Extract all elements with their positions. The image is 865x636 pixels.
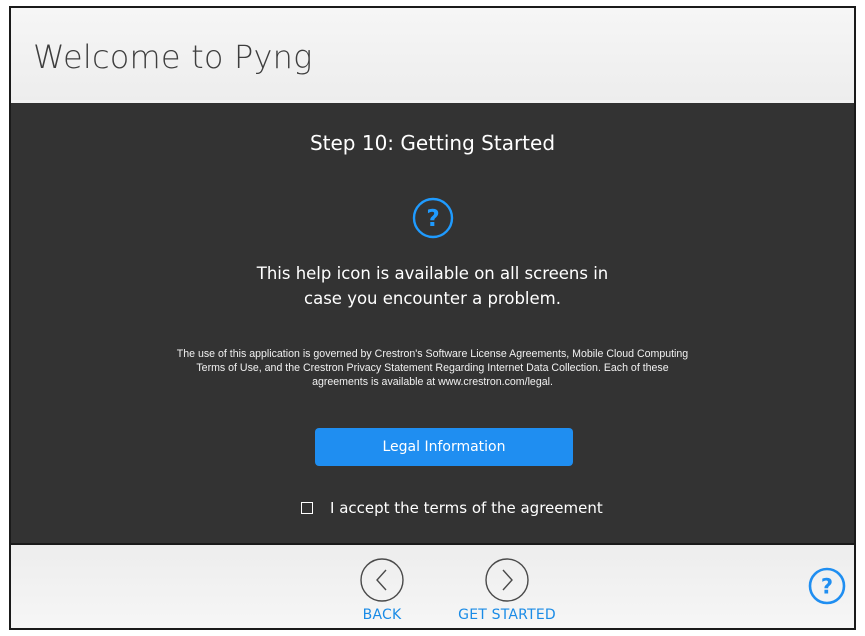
- get-started-button[interactable]: GET STARTED: [447, 557, 567, 623]
- legal-text-line: The use of this application is governed …: [176, 348, 689, 360]
- page-title: Welcome to Pyng: [33, 38, 313, 76]
- accept-terms-row[interactable]: I accept the terms of the agreement: [301, 497, 603, 519]
- legal-text-line: Terms of Use, and the Crestron Privacy S…: [196, 362, 669, 374]
- legal-information-button[interactable]: Legal Information: [315, 428, 573, 466]
- back-label: BACK: [362, 607, 402, 623]
- setup-panel: Step 10: Getting Started ? This help ico…: [11, 103, 854, 545]
- accept-terms-checkbox[interactable]: [301, 502, 313, 514]
- svg-text:?: ?: [426, 206, 439, 232]
- step-title: Step 10: Getting Started: [309, 131, 556, 155]
- help-circle-icon: ?: [412, 197, 453, 239]
- legal-notice: The use of this application is governed …: [121, 347, 744, 389]
- accept-terms-label: I accept the terms of the agreement: [330, 499, 603, 517]
- help-text-line: case you encounter a problem.: [304, 289, 561, 308]
- app-window: Welcome to Pyng Step 10: Getting Started…: [9, 6, 856, 630]
- header-bar: Welcome to Pyng: [11, 8, 854, 100]
- chevron-left-circle-icon: [360, 558, 404, 602]
- back-button[interactable]: BACK: [347, 557, 417, 623]
- legal-text-line: agreements is available at www.crestron.…: [312, 376, 553, 388]
- help-description: This help icon is available on all scree…: [11, 261, 854, 311]
- chevron-right-circle-icon: [485, 558, 529, 602]
- get-started-label: GET STARTED: [458, 607, 556, 623]
- help-text-line: This help icon is available on all scree…: [256, 264, 609, 283]
- svg-text:?: ?: [821, 575, 833, 599]
- help-circle-icon[interactable]: ?: [808, 567, 846, 605]
- footer-bar: BACK GET STARTED ?: [11, 545, 854, 628]
